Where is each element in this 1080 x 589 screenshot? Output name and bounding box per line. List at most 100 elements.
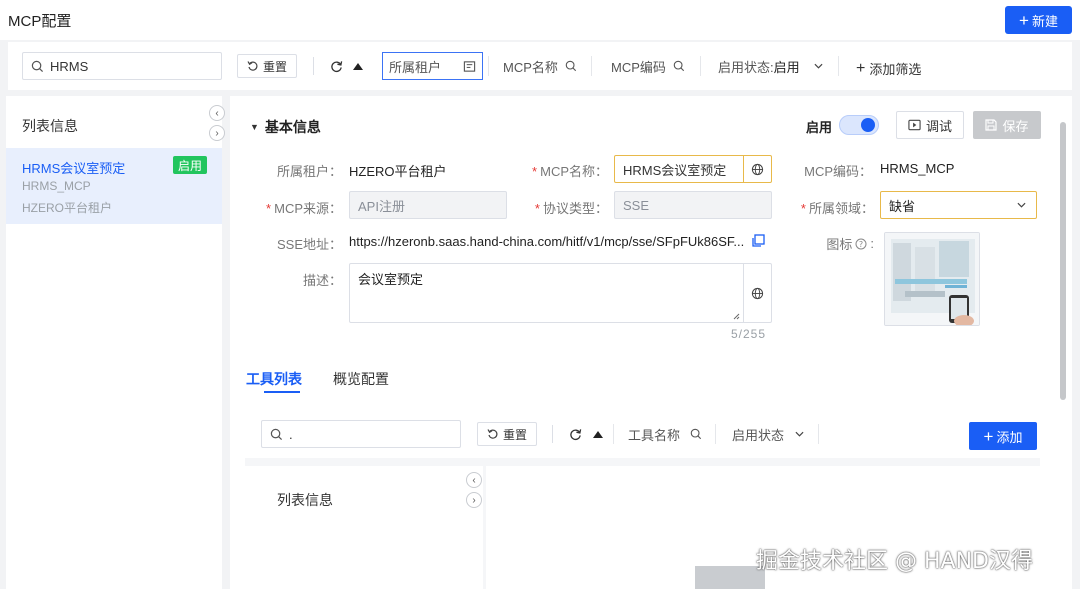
watermark: 掘金技术社区 @ HAND汉得	[756, 549, 1033, 574]
tab-overview-config[interactable]: 概览配置	[333, 369, 389, 389]
tenant-filter[interactable]: 所属租户	[382, 52, 483, 80]
char-counter: 5/255	[731, 327, 767, 341]
tool-collapse-left-button[interactable]: ‹	[466, 472, 482, 488]
chevron-down-icon	[814, 63, 823, 69]
sse-url: https://hzeronb.saas.hand-china.com/hitf…	[349, 234, 744, 249]
refresh-icon[interactable]	[330, 60, 343, 73]
mcp-code-filter-label: MCP编码	[611, 59, 666, 75]
meeting-room-image	[885, 233, 979, 325]
save-icon	[985, 119, 998, 131]
protocol-input: SSE	[614, 191, 772, 219]
page-title: MCP配置	[8, 13, 72, 30]
caret-up-icon[interactable]	[593, 431, 603, 438]
domain-label-text: 所属领域：	[808, 201, 874, 216]
protocol-label: * 协议类型：	[534, 201, 608, 216]
help-icon[interactable]: ?	[855, 238, 867, 250]
chevron-right-icon: ›	[215, 127, 219, 139]
mcp-name-value: HRMS会议室预定	[623, 162, 727, 178]
tool-search-field[interactable]: .	[261, 420, 461, 448]
status-badge: 启用	[173, 156, 208, 174]
expand-right-button[interactable]: ›	[209, 125, 225, 141]
svg-text:?: ?	[859, 240, 863, 249]
save-label: 保存	[1002, 118, 1029, 134]
play-icon	[908, 119, 921, 131]
tab-tool-list[interactable]: 工具列表	[246, 369, 302, 389]
list-item-name: HRMS会议室预定	[22, 161, 126, 176]
tool-status-filter[interactable]: 启用状态	[726, 420, 810, 448]
sse-label: SSE地址：	[276, 237, 342, 252]
divider	[715, 424, 716, 444]
collapse-left-button[interactable]: ‹	[209, 105, 225, 121]
protocol-value: SSE	[623, 197, 650, 213]
section-title: 基本信息	[264, 119, 321, 135]
icon-label-text: 图标	[826, 237, 853, 252]
tenant-label: 所属租户：	[276, 164, 342, 179]
mcp-name-label-text: MCP名称：	[540, 164, 608, 179]
tool-list-title: 列表信息	[277, 492, 333, 508]
save-button[interactable]: 保存	[973, 111, 1041, 139]
plus-icon: +	[1019, 10, 1029, 30]
add-tool-label: 添加	[996, 429, 1023, 445]
search-icon	[690, 428, 702, 440]
plus-icon: +	[856, 59, 866, 77]
scrollbar[interactable]	[1060, 122, 1066, 400]
translate-button[interactable]	[743, 156, 771, 182]
mcp-code-filter[interactable]: MCP编码	[605, 52, 691, 80]
protocol-label-text: 协议类型：	[542, 201, 608, 216]
reset-button[interactable]: 重置	[237, 54, 297, 78]
search-icon	[31, 60, 44, 72]
search-input[interactable]	[50, 58, 200, 74]
resize-handle-icon[interactable]	[733, 313, 740, 320]
tenant-value: HZERO平台租户	[349, 164, 447, 179]
caret-up-icon[interactable]	[353, 63, 363, 70]
tool-name-filter[interactable]: 工具名称	[622, 420, 708, 448]
source-input: API注册	[349, 191, 507, 219]
tool-status-filter-label: 启用状态	[732, 427, 785, 443]
tool-reset-label: 重置	[502, 427, 527, 442]
mcp-code-value: HRMS_MCP	[880, 161, 955, 176]
source-label: * MCP来源：	[266, 201, 342, 216]
mcp-icon-image[interactable]	[884, 232, 980, 326]
plus-icon: +	[983, 426, 994, 446]
basic-info-header[interactable]: ▼ 基本信息	[250, 117, 321, 137]
domain-select[interactable]: 缺省	[880, 191, 1037, 219]
domain-label: * 所属领域：	[800, 201, 874, 216]
list-item[interactable]: HRMS会议室预定 启用 HRMS_MCP HZERO平台租户	[6, 148, 222, 224]
divider	[838, 56, 839, 76]
divider	[591, 56, 592, 76]
refresh-icon[interactable]	[569, 428, 582, 441]
status-filter[interactable]: 启用状态: 启用	[712, 52, 832, 80]
mcp-name-label: * MCP名称：	[532, 164, 608, 179]
reset-icon	[487, 429, 498, 439]
divider	[818, 424, 819, 444]
desc-label: 描述：	[302, 273, 342, 288]
enable-toggle[interactable]	[839, 115, 879, 135]
mcp-name-input[interactable]: HRMS会议室预定	[614, 155, 772, 183]
translate-button[interactable]	[743, 264, 771, 322]
tool-expand-right-button[interactable]: ›	[466, 492, 482, 508]
list-panel: 列表信息 HRMS会议室预定 启用 HRMS_MCP HZERO平台租户	[6, 96, 222, 589]
detail-panel: ▼ 基本信息 启用 调试 保存 所属租户： HZERO平台租户 * MCP名称： …	[230, 96, 1072, 589]
search-icon	[673, 60, 685, 72]
desc-textarea[interactable]: 会议室预定	[349, 263, 772, 323]
icon-label-colon: :	[870, 236, 874, 251]
add-filter-button[interactable]: + 添加筛选	[856, 59, 921, 78]
filter-bar: 重置 所属租户 MCP名称 MCP编码 启用状态: 启用 + 添加筛选	[8, 42, 1072, 90]
add-tool-button[interactable]: + 添加	[969, 422, 1037, 450]
tool-list-panel: 列表信息	[245, 466, 483, 589]
mcp-name-filter[interactable]: MCP名称	[497, 52, 583, 80]
lookup-icon	[463, 60, 476, 72]
add-filter-label: 添加筛选	[869, 62, 922, 77]
top-bar: MCP配置 + 新建	[0, 0, 1080, 40]
search-field[interactable]	[22, 52, 222, 80]
chevron-left-icon: ‹	[215, 107, 219, 119]
tool-reset-button[interactable]: 重置	[477, 422, 537, 446]
debug-button[interactable]: 调试	[896, 111, 964, 139]
new-button[interactable]: + 新建	[1005, 6, 1072, 34]
toggle-knob	[861, 118, 875, 132]
copy-icon[interactable]	[751, 234, 765, 248]
reset-icon	[247, 61, 258, 71]
chevron-right-icon: ›	[472, 494, 476, 506]
list-title: 列表信息	[22, 118, 78, 134]
divider	[313, 57, 314, 75]
